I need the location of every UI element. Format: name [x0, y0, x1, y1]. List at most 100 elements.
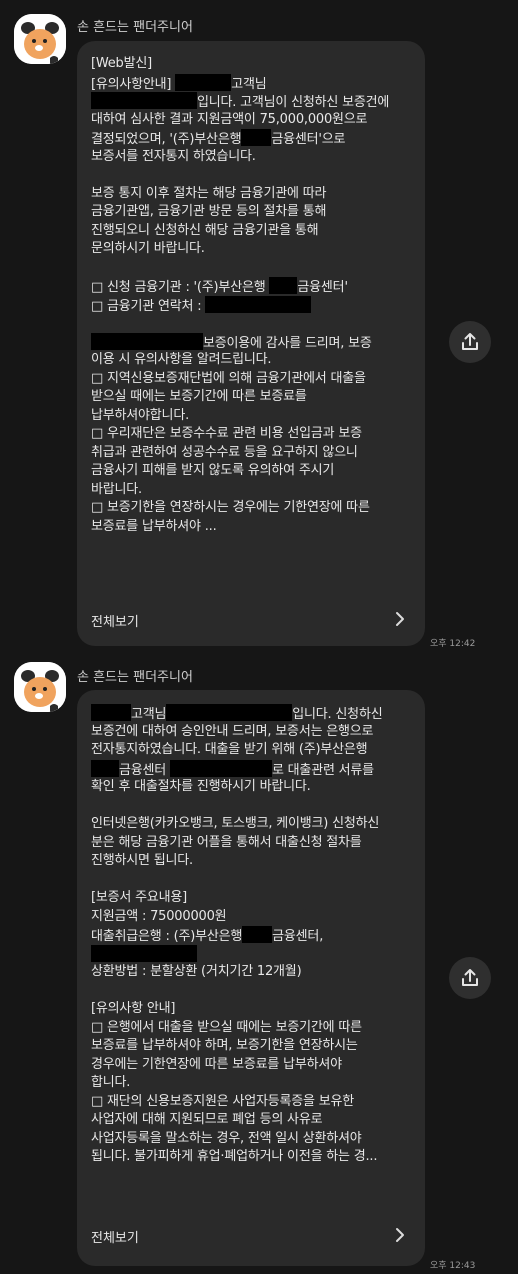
redacted-block — [91, 944, 197, 962]
message-text-segment: 납부하셔야합니다. — [91, 407, 190, 423]
message-time: 오후 12:43 — [430, 1261, 476, 1271]
message-line: 보증이용에 감사를 드리며, 보증 — [91, 332, 421, 352]
message-text-segment: 보증 통지 이후 절차는 해당 금융기관에 따라 — [91, 185, 327, 201]
share-icon — [462, 333, 478, 350]
message-text-segment: 보증이용에 감사를 드리며, 보증 — [203, 335, 372, 351]
message-bubble[interactable]: [Web발신] [유의사항안내] 고객님입니다. 고객님이 신청하신 보증건에 대하… — [77, 41, 425, 646]
sender-name: 손 흔드는 팬더주니어 — [77, 20, 193, 35]
message-line — [91, 259, 421, 278]
message-line: [유의사항안내] 고객님 — [91, 73, 421, 93]
message-line: 보증료를 납부하셔야 하며, 보증기한을 연장하시는 — [91, 1037, 421, 1056]
message-line: 보증건에 대하여 승인안내 드리며, 보증서는 은행으로 — [91, 723, 421, 742]
message-line: 결정되었으며, '(주)부산은행 금융센터'으로 — [91, 129, 421, 148]
message-text-segment: □ 우리재단은 보증수수료 관련 비용 선입금과 보증 — [91, 426, 362, 441]
message-text-segment: 문의하시기 바랍니다. — [91, 241, 205, 256]
message-text-segment: 금융센터 — [119, 762, 170, 778]
message-text-segment: 사업자등록을 말소하는 경우, 전액 일시 상환하셔야 — [91, 1130, 362, 1146]
message-line — [91, 314, 421, 333]
message-text-segment: 전자통지하였습니다. 대출을 받기 위해 (주)부산은행 — [91, 742, 368, 757]
message-text-segment: 보증료를 납부하셔야 ... — [91, 518, 217, 534]
chevron-right-icon[interactable] — [391, 610, 409, 628]
see-all-link[interactable]: 전체보기 — [91, 611, 139, 630]
message-text: [Web발신] [유의사항안내] 고객님입니다. 고객님이 신청하신 보증건에 대하… — [91, 55, 421, 536]
redacted-block — [241, 129, 272, 146]
message-line: 고객님 입니다. 신청하신 — [91, 704, 421, 723]
message-text-segment: 금융센터' — [297, 280, 348, 295]
share-icon — [462, 969, 478, 986]
message-line: 진행하시면 됩니다. — [91, 852, 421, 871]
message-text-segment: 진행되오니 신청하신 해당 금융기관을 통해 — [91, 222, 319, 238]
message-text-segment: 로 대출관련 서류를 — [271, 762, 374, 778]
message-text-segment: 결정되었으며, '(주)부산은행 — [91, 132, 242, 147]
message-text-segment: 합니다. — [91, 1075, 131, 1090]
message-line: 대하여 심사한 결과 지원금액이 75,000,000원으로 — [91, 111, 421, 130]
message-line: □ 금융기관 연락처 : — [91, 295, 421, 315]
message-time: 오후 12:42 — [430, 639, 476, 649]
message-text-segment: [유의사항 안내] — [91, 1001, 176, 1016]
message-text-segment: 확인 후 대출절차를 진행하시기 바랍니다. — [91, 779, 311, 794]
message-line: 사업자등록을 말소하는 경우, 전액 일시 상환하셔야 — [91, 1130, 421, 1149]
message-text-segment: [유의사항안내] — [91, 76, 176, 92]
message-text-segment: 받으실 때에는 보증기간에 따른 보증료를 — [91, 389, 307, 404]
message-text-segment: □ 신청 금융기관 : '(주)부산은행 — [91, 280, 270, 295]
message-line: 대출취급은행 : (주)부산은행 금융센터, — [91, 926, 421, 945]
message-text-segment: 인터넷은행(카카오뱅크, 토스뱅크, 케이뱅크) 신청하신 — [91, 816, 380, 831]
message-text-segment: 고객님 — [231, 76, 267, 92]
message-line — [91, 944, 421, 964]
message-text-segment: [보증서 주요내용] — [91, 890, 187, 905]
message-text-segment: □ 지역신용보증재단법에 의해 금융기관에서 대출을 — [91, 370, 366, 386]
message-text-segment: 입니다. 고객님이 신청하신 보증건에 — [197, 95, 390, 110]
panda-character-icon — [14, 662, 66, 712]
profile-avatar[interactable] — [14, 14, 66, 64]
redacted-block — [91, 332, 203, 350]
message-line: 바랍니다. — [91, 481, 421, 500]
chevron-right-icon[interactable] — [391, 1226, 409, 1244]
message-line: □ 지역신용보증재단법에 의해 금융기관에서 대출을 — [91, 370, 421, 389]
message-text-segment: 금융센터'으로 — [271, 132, 346, 147]
redacted-block — [169, 759, 272, 777]
message-line — [91, 982, 421, 1001]
message-line: 확인 후 대출절차를 진행하시기 바랍니다. — [91, 778, 421, 797]
message-line: 금융사기 피해를 받지 않도록 유의하여 주시기 — [91, 462, 421, 481]
message-text-segment: 금융센터, — [272, 929, 324, 944]
chat-room: 손 흔드는 팬더주니어 [Web발신] [유의사항안내] 고객님 입니다. 고객님이… — [0, 0, 518, 1274]
message-line: 받으실 때에는 보증기간에 따른 보증료를 — [91, 388, 421, 407]
message-text-segment: 보증건에 대하여 승인안내 드리며, 보증서는 은행으로 — [91, 723, 374, 739]
message-text-segment: 사업자에 대해 지원되므로 폐업 등의 사유로 — [91, 1112, 323, 1127]
message-line: 금융기관앱, 금융기관 방문 등의 절차를 통해 — [91, 203, 421, 222]
message-line — [91, 166, 421, 185]
message-line — [91, 797, 421, 816]
redacted-block — [242, 926, 273, 943]
message-line: [Web발신] — [91, 55, 421, 74]
message-bubble[interactable]: 고객님 입니다. 신청하신 보증건에 대하여 승인안내 드리며, 보증서는 은행으로… — [77, 690, 425, 1266]
message-text-segment: 분은 해당 금융기관 어플을 통해서 대출신청 절차를 — [91, 834, 362, 850]
message-line: 이용 시 유의사항을 알려드립니다. — [91, 351, 421, 370]
message-text-segment: □ 은행에서 대출을 받으실 때에는 보증기간에 따른 — [91, 1019, 362, 1035]
message-line — [91, 871, 421, 890]
message-line: 경우에는 기한연장에 따른 보증료를 납부하셔야 — [91, 1056, 421, 1075]
message-text-segment: 상환방법 : 분할상환 (거치기간 12개월) — [91, 964, 302, 979]
message-text-segment: 진행하시면 됩니다. — [91, 853, 193, 868]
panda-character-icon — [14, 14, 66, 64]
profile-avatar[interactable] — [14, 662, 66, 712]
message-text-segment: 됩니다. 불가피하게 휴업·폐업하거나 이전을 하는 경... — [91, 1149, 378, 1164]
message-text-segment: 대출취급은행 : (주)부산은행 — [91, 929, 243, 944]
message-text-segment: 이용 시 유의사항을 알려드립니다. — [91, 352, 272, 367]
message-text-segment: [Web발신] — [91, 56, 153, 71]
message-line: 문의하시기 바랍니다. — [91, 240, 421, 259]
message-line: □ 은행에서 대출을 받으실 때에는 보증기간에 따른 — [91, 1019, 421, 1038]
message-line: □ 재단의 신용보증지원은 사업자등록증을 보유한 — [91, 1093, 421, 1112]
message-line: [보증서 주요내용] — [91, 889, 421, 908]
share-button[interactable] — [449, 957, 491, 999]
see-all-link[interactable]: 전체보기 — [91, 1227, 139, 1246]
redacted-block — [166, 704, 293, 721]
message-text-segment: □ 금융기관 연락처 : — [91, 298, 206, 314]
message-line: 전자통지하였습니다. 대출을 받기 위해 (주)부산은행 — [91, 741, 421, 760]
share-button[interactable] — [449, 321, 491, 363]
message-line: 보증 통지 이후 절차는 해당 금융기관에 따라 — [91, 185, 421, 204]
redacted-block — [269, 277, 298, 294]
message-line: □ 우리재단은 보증수수료 관련 비용 선입금과 보증 — [91, 425, 421, 444]
message-text-segment: 고객님 — [131, 707, 167, 722]
message-line: 지원금액 : 75000000원 — [91, 908, 421, 927]
message-text-segment: 보증료를 납부하셔야 하며, 보증기한을 연장하시는 — [91, 1038, 358, 1053]
